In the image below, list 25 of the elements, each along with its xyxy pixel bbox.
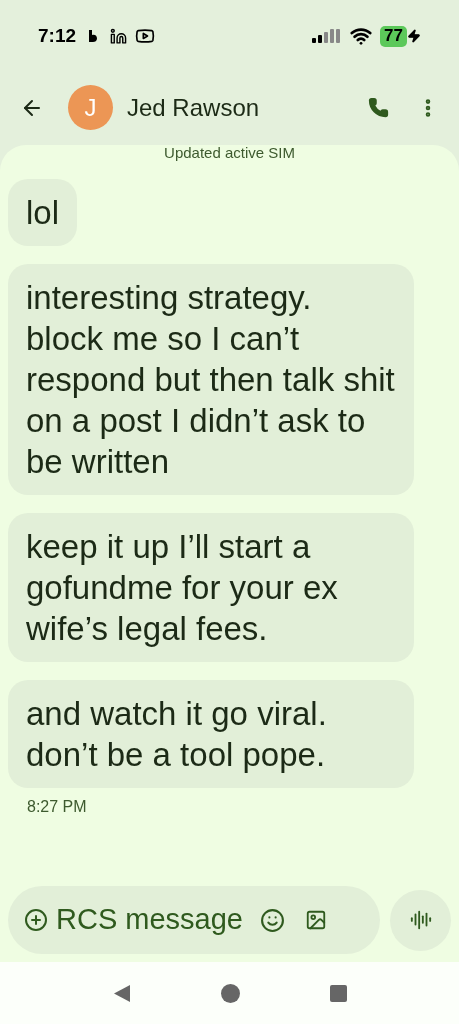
system-note: Updated active SIM xyxy=(164,145,295,161)
message-bubble: lol xyxy=(8,179,78,246)
message-input[interactable]: RCS message xyxy=(56,898,256,942)
linkedin-icon xyxy=(110,27,128,45)
message-bubble: keep it up I’ll start a gofundme for your ex wife’s legal fees. xyxy=(8,513,414,662)
image-icon[interactable] xyxy=(305,909,327,931)
add-icon[interactable] xyxy=(24,908,48,932)
phone-call-button[interactable] xyxy=(368,97,389,118)
emoji-icon[interactable] xyxy=(260,907,285,933)
charging-icon xyxy=(407,29,421,43)
status-time: 7:12 xyxy=(38,23,77,48)
battery-indicator: 77 xyxy=(380,25,407,47)
message-bubble: interesting strategy. block me so I can’t respond but then talk shit on a post I didn’t ask to be written xyxy=(8,264,414,495)
message-bubble: and watch it go viral. don’t be a tool pope. xyxy=(8,680,414,788)
message-timestamp: 8:27 PM xyxy=(27,797,88,817)
contact-name[interactable]: Jed Rawson xyxy=(127,89,260,126)
home-nav-icon[interactable] xyxy=(220,983,240,1003)
wifi-icon xyxy=(350,25,373,47)
signal-icon xyxy=(312,29,343,43)
voice-wave-icon[interactable] xyxy=(409,909,432,931)
notification-icon xyxy=(88,29,99,43)
back-nav-icon[interactable] xyxy=(112,983,131,1003)
video-play-icon xyxy=(135,26,156,46)
recents-nav-icon[interactable] xyxy=(329,984,347,1002)
message-field[interactable]: RCS message xyxy=(8,886,380,954)
